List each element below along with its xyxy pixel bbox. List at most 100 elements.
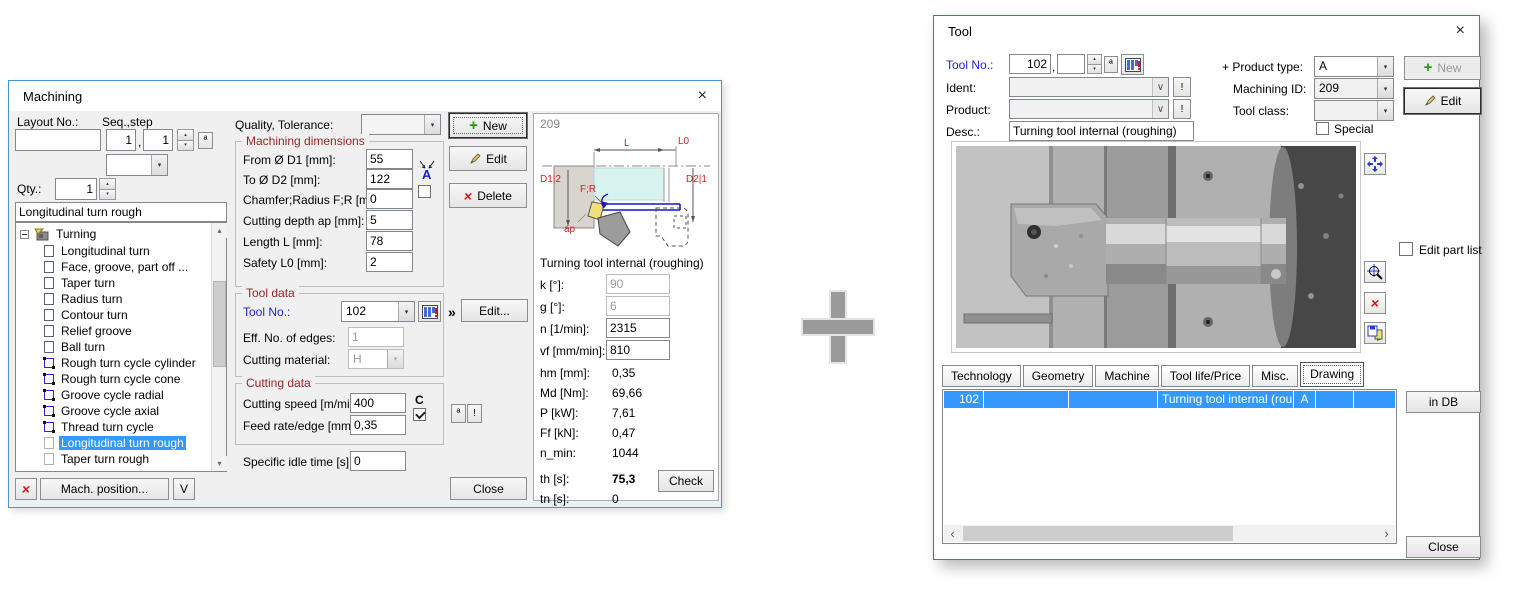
tool-extra-button[interactable]: ª	[1104, 56, 1118, 73]
tree-item[interactable]: Thread turn cycle	[44, 419, 156, 435]
tab-tool-life-price[interactable]: Tool life/Price	[1161, 365, 1250, 387]
tool-no-spinner[interactable]: ▴ ▾	[1087, 54, 1102, 74]
desc-input[interactable]	[1009, 121, 1194, 141]
cutting-extra-button[interactable]: ª	[451, 404, 466, 423]
spin-down-icon[interactable]: ▾	[1087, 65, 1102, 75]
tab-technology[interactable]: Technology	[942, 365, 1021, 387]
tree-item[interactable]: Taper turn	[44, 275, 117, 291]
quality-select[interactable]: ▾	[361, 114, 441, 135]
product-warning-button[interactable]: !	[1173, 99, 1191, 119]
zoom-button[interactable]	[1364, 261, 1386, 283]
tree-item[interactable]: Ball turn	[44, 339, 107, 355]
close-icon[interactable]: ×	[1456, 21, 1465, 41]
close-icon[interactable]: ×	[698, 86, 707, 106]
auto-dimension-checkbox[interactable]	[418, 185, 431, 198]
machining-id-select[interactable]: 209 ▾	[1314, 78, 1394, 99]
safety-l0-input[interactable]	[366, 252, 413, 272]
spin-down-icon[interactable]: ▾	[177, 141, 194, 152]
dropdown-arrow-icon[interactable]: ▾	[1377, 57, 1393, 76]
edit-tool-button[interactable]: Edit...	[461, 299, 528, 322]
tool-table-button[interactable]	[418, 301, 441, 322]
tab-misc[interactable]: Misc.	[1252, 365, 1298, 387]
vf-input[interactable]	[606, 340, 670, 360]
tree-item[interactable]: Rough turn cycle cone	[44, 371, 182, 387]
new-button[interactable]: + New	[449, 113, 527, 138]
tab-drawing[interactable]: Drawing	[1300, 362, 1364, 387]
tree-item[interactable]: Relief groove	[44, 323, 134, 339]
scroll-right-icon[interactable]: ›	[1378, 525, 1395, 542]
edit-part-list-checkbox[interactable]	[1399, 242, 1413, 256]
tool-sub-no-input[interactable]	[1057, 54, 1085, 74]
scrollbar-thumb[interactable]	[963, 526, 1233, 541]
tree-item[interactable]: Groove cycle radial	[44, 387, 166, 403]
save-photo-button[interactable]	[1364, 322, 1386, 344]
cutting-speed-input[interactable]	[350, 393, 406, 413]
tab-geometry[interactable]: Geometry	[1023, 365, 1094, 387]
idle-time-input[interactable]	[350, 451, 406, 471]
length-l-input[interactable]	[366, 231, 413, 251]
close-button[interactable]: Close	[450, 477, 527, 500]
tree-item[interactable]: Radius turn	[44, 291, 124, 307]
product-type-select[interactable]: A ▾	[1314, 56, 1394, 77]
qty-spinner[interactable]: ▴ ▾	[99, 178, 116, 200]
tree-item-selected[interactable]: Longitudinal turn rough	[44, 435, 186, 451]
from-d1-input[interactable]	[366, 149, 413, 169]
tree-item[interactable]: Longitudinal turn	[44, 243, 152, 259]
special-checkbox[interactable]	[1316, 122, 1329, 135]
auto-diameter-icon[interactable]: A	[417, 159, 437, 181]
dropdown-arrow-icon[interactable]: ▾	[424, 115, 440, 134]
spin-up-icon[interactable]: ▴	[99, 178, 116, 190]
spin-down-icon[interactable]: ▾	[99, 190, 116, 201]
list-horizontal-scrollbar[interactable]: ‹ ›	[944, 525, 1395, 542]
check-button[interactable]: Check	[658, 470, 714, 492]
dropdown-arrow-icon[interactable]: ▾	[1377, 101, 1393, 120]
tool-class-select[interactable]: ▾	[1314, 100, 1394, 121]
dropdown-arrow-icon[interactable]: ▾	[151, 155, 167, 175]
mach-position-button[interactable]: Mach. position...	[40, 478, 169, 500]
tree-item[interactable]: Face, groove, part off ...	[44, 259, 190, 275]
tool-list-selected-row[interactable]: 102 Turning tool internal (rou… A	[944, 391, 1395, 408]
product-select[interactable]: ∨	[1009, 99, 1169, 119]
scroll-down-icon[interactable]: ▾	[212, 456, 227, 471]
scroll-left-icon[interactable]: ‹	[944, 525, 961, 542]
tree-item[interactable]: Contour turn	[44, 307, 130, 323]
dropdown-arrow-icon[interactable]: ▾	[1377, 79, 1393, 98]
delete-button[interactable]: × Delete	[449, 183, 527, 208]
cutting-depth-input[interactable]	[366, 210, 413, 230]
tree-scrollbar[interactable]: ▴ ▾	[211, 223, 226, 471]
cutting-constant-checkbox[interactable]	[413, 408, 426, 421]
fullscreen-button[interactable]	[1364, 153, 1386, 175]
seq-spinner[interactable]: ▴ ▾	[177, 129, 194, 151]
v-button[interactable]: V	[173, 478, 195, 500]
dropdown-arrow-icon[interactable]: ▾	[398, 302, 414, 321]
ident-warning-button[interactable]: !	[1173, 77, 1191, 97]
scrollbar-thumb[interactable]	[213, 281, 226, 367]
in-db-button[interactable]: in DB	[1406, 391, 1481, 413]
seq-input[interactable]	[106, 129, 136, 151]
edit-tool-button[interactable]: Edit	[1404, 88, 1481, 114]
dropdown-chevron-icon[interactable]: ∨	[1152, 78, 1168, 96]
seq-extra-button[interactable]: ª	[198, 132, 213, 149]
tree-item[interactable]: Rough turn cycle cylinder	[44, 355, 198, 371]
scroll-up-icon[interactable]: ▴	[212, 223, 227, 238]
chamfer-radius-input[interactable]	[366, 189, 413, 209]
edit-button[interactable]: Edit	[449, 146, 527, 171]
close-button[interactable]: Close	[1406, 536, 1481, 558]
cutting-warning-button[interactable]: !	[467, 404, 482, 423]
n-input[interactable]	[606, 318, 670, 338]
tool-no-select[interactable]: 102 ▾	[341, 301, 415, 322]
tool-table-button[interactable]	[1121, 54, 1144, 75]
dropdown-chevron-icon[interactable]: ∨	[1152, 100, 1168, 118]
to-d2-input[interactable]	[366, 169, 413, 189]
feed-rate-input[interactable]	[350, 415, 406, 435]
clear-mach-position-button[interactable]: ×	[15, 478, 37, 500]
collapse-icon[interactable]	[20, 230, 29, 239]
tab-machine[interactable]: Machine	[1095, 365, 1158, 387]
tool-no-input[interactable]	[1009, 54, 1051, 74]
spin-up-icon[interactable]: ▴	[1087, 54, 1102, 65]
tree-item[interactable]: Groove cycle axial	[44, 403, 161, 419]
spin-up-icon[interactable]: ▴	[177, 129, 194, 141]
step-input[interactable]	[143, 129, 173, 151]
qty-input[interactable]	[55, 178, 97, 200]
ident-select[interactable]: ∨	[1009, 77, 1169, 97]
